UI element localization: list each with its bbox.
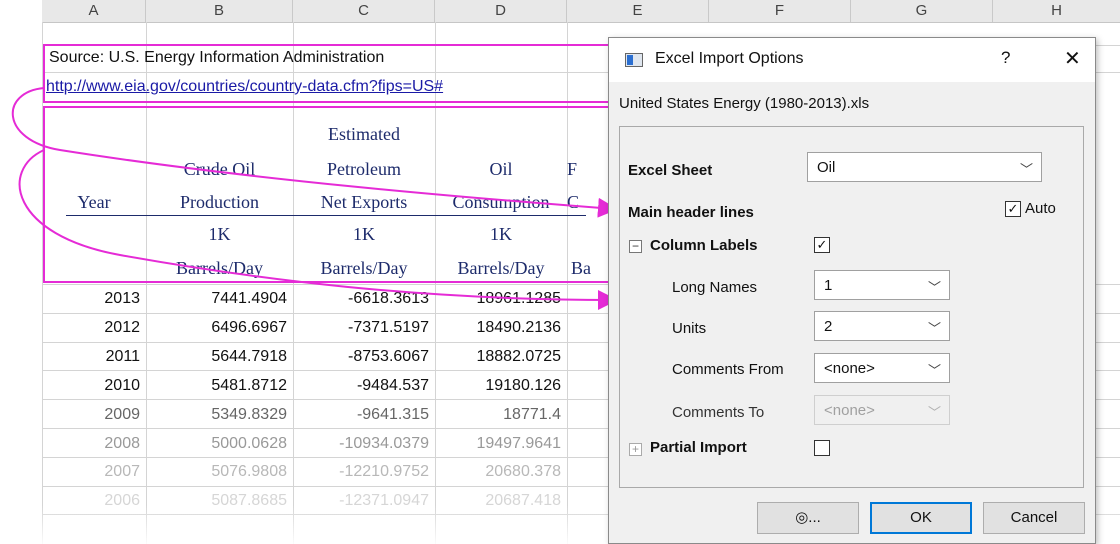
cancel-button[interactable]: Cancel <box>983 502 1085 534</box>
arrow-to-main-header <box>11 87 618 218</box>
help-button[interactable]: ? <box>1001 48 1010 68</box>
file-name-label: United States Energy (1980-2013).xls <box>619 95 870 112</box>
units-value: 2 <box>824 318 833 335</box>
column-labels-checkbox[interactable]: ✓ <box>814 237 830 253</box>
collapse-icon[interactable]: − <box>629 240 642 253</box>
excel-sheet-value: Oil <box>817 159 836 176</box>
partial-import-checkbox[interactable] <box>814 440 830 456</box>
comments-from-dropdown[interactable]: <none> ﹀ <box>814 353 950 383</box>
options-panel: Excel Sheet Oil ﹀ Main header lines ✓ Au… <box>619 126 1084 488</box>
settings-button[interactable]: ◎... <box>757 502 859 534</box>
units-dropdown[interactable]: 2 ﹀ <box>814 311 950 341</box>
comments-to-label: Comments To <box>672 404 765 421</box>
excel-sheet-label: Excel Sheet <box>628 162 713 179</box>
long-names-value: 1 <box>824 277 833 294</box>
auto-label: Auto <box>1025 200 1056 217</box>
excel-sheet-dropdown[interactable]: Oil ﹀ <box>807 152 1042 182</box>
chevron-down-icon: ﹀ <box>927 405 941 420</box>
units-label: Units <box>672 320 707 337</box>
chevron-down-icon: ﹀ <box>927 280 941 295</box>
arrow-to-units <box>18 149 618 310</box>
chevron-down-icon: ﹀ <box>1019 162 1033 177</box>
ok-button[interactable]: OK <box>870 502 972 534</box>
dialog-titlebar[interactable]: Excel Import Options ? ✕ <box>609 38 1095 82</box>
chevron-down-icon: ﹀ <box>927 321 941 336</box>
long-names-dropdown[interactable]: 1 ﹀ <box>814 270 950 300</box>
excel-import-options-dialog: Excel Import Options ? ✕ United States E… <box>608 37 1096 544</box>
main-header-lines-label: Main header lines <box>628 204 754 221</box>
dialog-title: Excel Import Options <box>655 50 804 67</box>
partial-import-label: Partial Import <box>650 439 747 456</box>
expand-icon[interactable]: + <box>629 443 642 456</box>
auto-checkbox[interactable]: ✓ <box>1005 201 1021 217</box>
comments-to-dropdown: <none> ﹀ <box>814 395 950 425</box>
comments-to-value: <none> <box>824 402 875 419</box>
long-names-label: Long Names <box>672 279 758 296</box>
comments-from-value: <none> <box>824 360 875 377</box>
chevron-down-icon: ﹀ <box>927 363 941 378</box>
column-labels-label: Column Labels <box>650 237 758 254</box>
app-window-icon <box>625 53 643 67</box>
close-icon[interactable]: ✕ <box>1064 46 1081 71</box>
comments-from-label: Comments From <box>672 361 784 378</box>
